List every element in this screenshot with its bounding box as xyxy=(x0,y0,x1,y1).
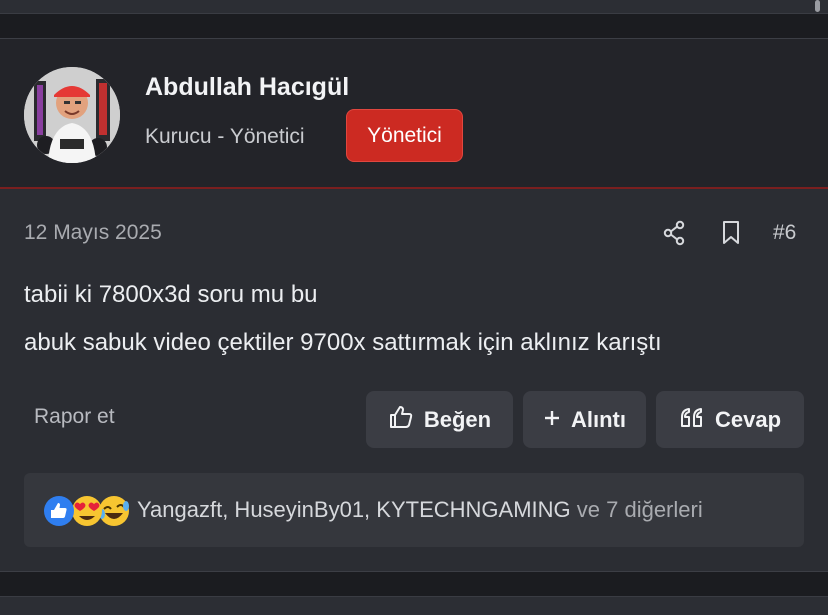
thumbs-up-icon xyxy=(388,404,414,436)
reply-label: Cevap xyxy=(714,406,782,432)
role-badge: Yönetici xyxy=(346,109,463,162)
report-link[interactable]: Rapor et xyxy=(34,405,115,429)
plus-icon xyxy=(543,407,561,433)
reactions-more[interactable]: ve 7 diğerleri xyxy=(577,497,703,522)
reply-button[interactable]: Cevap xyxy=(656,391,804,448)
laughing-icon xyxy=(99,496,129,526)
scrollbar-thumb[interactable] xyxy=(815,0,820,12)
quote-marks-icon xyxy=(679,406,705,434)
reactions-bar[interactable]: Yangazft, HuseyinBy01, KYTECHNGAMING ve … xyxy=(24,473,804,547)
like-button[interactable]: Beğen xyxy=(366,391,513,448)
like-label: Beğen xyxy=(423,406,492,432)
thumbs-up-icon xyxy=(44,496,74,526)
share-icon[interactable] xyxy=(662,220,686,246)
bottom-divider-strip xyxy=(0,596,828,615)
author-title: Kurucu - Yönetici xyxy=(145,125,305,148)
heart-eyes-icon xyxy=(72,496,102,526)
top-divider-strip xyxy=(0,0,828,14)
avatar[interactable] xyxy=(24,67,120,163)
post-date[interactable]: 12 Mayıs 2025 xyxy=(24,221,162,245)
bookmark-icon[interactable] xyxy=(720,220,742,246)
quote-button[interactable]: Alıntı xyxy=(523,391,646,448)
reactions-users[interactable]: Yangazft, HuseyinBy01, KYTECHNGAMING xyxy=(137,497,571,522)
reaction-icons xyxy=(42,494,132,528)
forum-post: Abdullah Hacıgül Kurucu - Yönetici Yönet… xyxy=(0,38,828,572)
post-content-line: tabii ki 7800x3d soru mu bu xyxy=(24,281,318,308)
post-author-header: Abdullah Hacıgül Kurucu - Yönetici Yönet… xyxy=(0,39,828,189)
quote-label: Alıntı xyxy=(571,406,626,432)
reactions-summary[interactable]: Yangazft, HuseyinBy01, KYTECHNGAMING ve … xyxy=(137,497,703,523)
post-content-line: abuk sabuk video çektiler 9700x sattırma… xyxy=(24,329,662,356)
post-number-link[interactable]: #6 xyxy=(773,221,796,245)
author-name[interactable]: Abdullah Hacıgül xyxy=(145,73,349,102)
